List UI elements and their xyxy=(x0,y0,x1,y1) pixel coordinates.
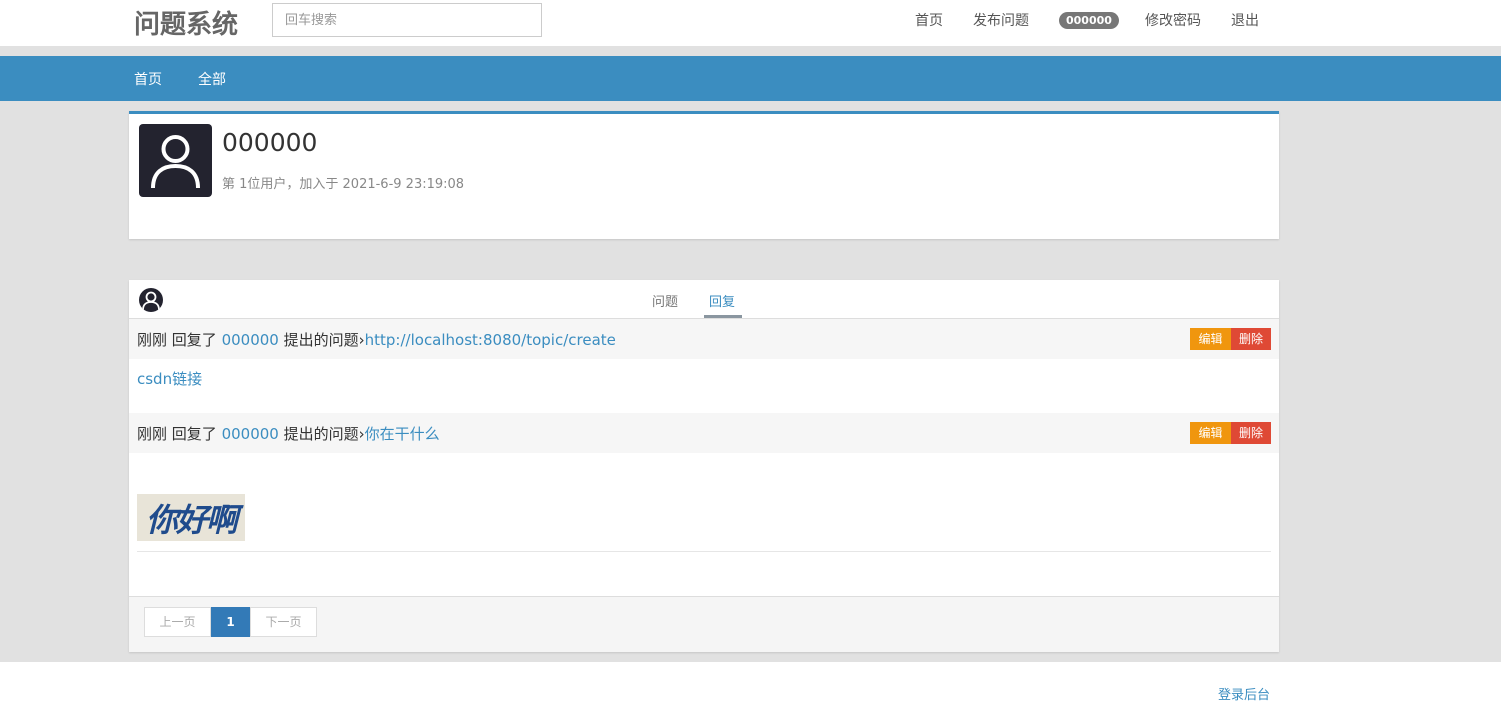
nav-logout-link[interactable]: 退出 xyxy=(1231,10,1259,30)
profile-card: 000000 第 1位用户，加入于 2021-6-9 23:19:08 xyxy=(129,111,1279,239)
user-silhouette-icon xyxy=(151,135,200,189)
reply-body-image: 你好啊 xyxy=(137,494,245,541)
reply-header-row: 刚刚 回复了 000000 提出的问题›http://localhost:808… xyxy=(129,319,1279,359)
delete-button[interactable]: 删除 xyxy=(1231,422,1271,444)
subnav-all[interactable]: 全部 xyxy=(198,69,226,89)
nav-post-question[interactable]: 发布问题 xyxy=(973,0,1029,40)
top-bar: 问题系统 首页 发布问题 000000 修改密码 退出 xyxy=(0,0,1501,46)
page-1-button[interactable]: 1 xyxy=(211,607,250,637)
reply-verb: 回复了 xyxy=(171,331,217,349)
profile-meta: 第 1位用户，加入于 2021-6-9 23:19:08 xyxy=(222,177,465,192)
user-avatar xyxy=(139,124,212,197)
reply-summary: 刚刚 回复了 000000 提出的问题›http://localhost:808… xyxy=(137,329,616,350)
user-badge[interactable]: 000000 xyxy=(1059,11,1119,29)
active-tab-indicator xyxy=(704,315,742,318)
nav-change-password[interactable]: 修改密码 xyxy=(1145,0,1201,40)
tab-questions[interactable]: 问题 xyxy=(652,291,678,310)
nav-user[interactable]: 000000 xyxy=(1059,0,1119,40)
small-avatar-icon xyxy=(139,288,163,312)
reply-suffix: 提出的问题› xyxy=(283,331,365,349)
nav-logout[interactable]: 退出 xyxy=(1231,0,1259,40)
sub-nav-bar: 首页 全部 xyxy=(0,56,1501,101)
site-logo[interactable]: 问题系统 xyxy=(134,4,238,41)
reply-suffix: 提出的问题› xyxy=(283,425,365,443)
edit-button[interactable]: 编辑 xyxy=(1190,328,1231,350)
subnav-home[interactable]: 首页 xyxy=(134,69,162,89)
reply-time: 刚刚 xyxy=(137,331,168,349)
reply-question-link[interactable]: 你在干什么 xyxy=(365,425,440,443)
reply-body-link[interactable]: csdn链接 xyxy=(137,368,202,389)
panel-header: 问题 回复 xyxy=(129,280,1279,319)
edit-button[interactable]: 编辑 xyxy=(1190,422,1231,444)
nav-post-question-link[interactable]: 发布问题 xyxy=(973,10,1029,30)
prev-page-button[interactable]: 上一页 xyxy=(144,607,211,637)
nav-home-link[interactable]: 首页 xyxy=(915,10,943,30)
reply-author-link[interactable]: 000000 xyxy=(222,331,279,349)
reply-author-link[interactable]: 000000 xyxy=(222,425,279,443)
page-footer: 登录后台 xyxy=(0,662,1501,707)
search-input[interactable] xyxy=(272,3,542,37)
reply-header-row: 刚刚 回复了 000000 提出的问题›你在干什么 编辑 删除 xyxy=(129,413,1279,453)
divider xyxy=(137,551,1271,552)
nav-change-password-link[interactable]: 修改密码 xyxy=(1145,10,1201,30)
reply-summary: 刚刚 回复了 000000 提出的问题›你在干什么 xyxy=(137,423,440,444)
delete-button[interactable]: 删除 xyxy=(1231,328,1271,350)
reply-verb: 回复了 xyxy=(171,425,217,443)
pagination-bar: 上一页 1 下一页 xyxy=(129,596,1279,652)
next-page-button[interactable]: 下一页 xyxy=(250,607,317,637)
nav-home[interactable]: 首页 xyxy=(915,0,943,40)
profile-username: 000000 xyxy=(222,128,318,157)
admin-login-link[interactable]: 登录后台 xyxy=(1218,684,1270,703)
activity-panel: 问题 回复 刚刚 回复了 000000 提出的问题›http://localho… xyxy=(129,280,1279,652)
reply-question-link[interactable]: http://localhost:8080/topic/create xyxy=(365,331,616,349)
reply-image-text: 你好啊 xyxy=(145,500,238,539)
reply-time: 刚刚 xyxy=(137,425,168,443)
tab-replies[interactable]: 回复 xyxy=(709,291,735,310)
